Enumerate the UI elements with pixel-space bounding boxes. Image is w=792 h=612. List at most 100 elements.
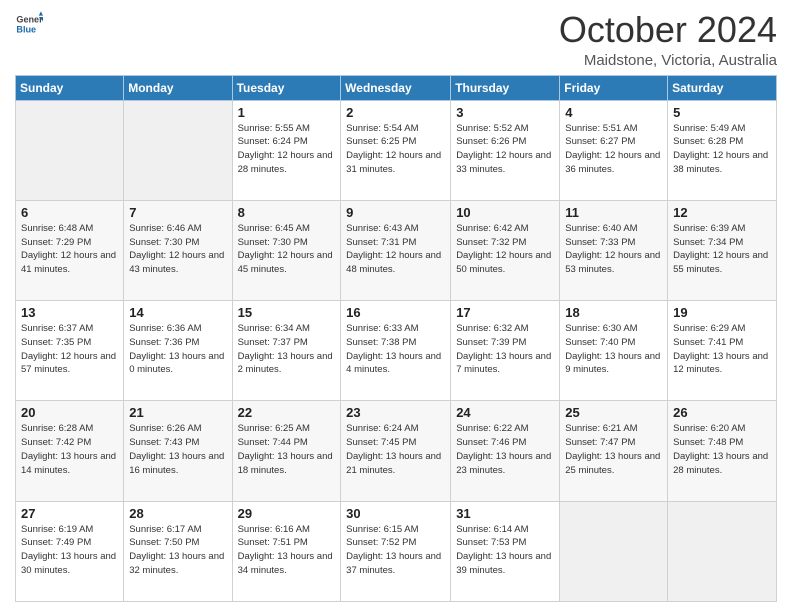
day-number: 19 <box>673 305 771 320</box>
weekday-header: Monday <box>124 75 232 100</box>
day-info: Sunrise: 6:39 AMSunset: 7:34 PMDaylight:… <box>673 222 771 277</box>
day-info: Sunrise: 5:55 AMSunset: 6:24 PMDaylight:… <box>238 122 336 177</box>
logo-icon: General Blue <box>15 10 43 38</box>
day-info: Sunrise: 6:17 AMSunset: 7:50 PMDaylight:… <box>129 523 226 578</box>
calendar-cell: 21 Sunrise: 6:26 AMSunset: 7:43 PMDayligh… <box>124 401 232 501</box>
calendar-week-row: 27 Sunrise: 6:19 AMSunset: 7:49 PMDayligh… <box>16 501 777 601</box>
day-number: 7 <box>129 205 226 220</box>
day-number: 17 <box>456 305 554 320</box>
day-number: 29 <box>238 506 336 521</box>
day-number: 14 <box>129 305 226 320</box>
calendar: SundayMondayTuesdayWednesdayThursdayFrid… <box>15 75 777 602</box>
calendar-week-row: 1 Sunrise: 5:55 AMSunset: 6:24 PMDaylight… <box>16 100 777 200</box>
day-info: Sunrise: 6:36 AMSunset: 7:36 PMDaylight:… <box>129 322 226 377</box>
svg-text:General: General <box>16 15 43 25</box>
day-number: 8 <box>238 205 336 220</box>
calendar-cell: 16Sunrise: 6:33 AMSunset: 7:38 PMDayligh… <box>341 301 451 401</box>
day-number: 25 <box>565 405 662 420</box>
day-info: Sunrise: 6:21 AMSunset: 7:47 PMDaylight:… <box>565 422 662 477</box>
day-info: Sunrise: 6:46 AMSunset: 7:30 PMDaylight:… <box>129 222 226 277</box>
calendar-cell: 17Sunrise: 6:32 AMSunset: 7:39 PMDayligh… <box>451 301 560 401</box>
weekday-header: Tuesday <box>232 75 341 100</box>
day-info: Sunrise: 6:33 AMSunset: 7:38 PMDaylight:… <box>346 322 445 377</box>
day-number: 13 <box>21 305 118 320</box>
day-info: Sunrise: 6:42 AMSunset: 7:32 PMDaylight:… <box>456 222 554 277</box>
calendar-cell: 27 Sunrise: 6:19 AMSunset: 7:49 PMDayligh… <box>16 501 124 601</box>
page: General Blue October 2024 Maidstone, Vic… <box>0 0 792 612</box>
calendar-cell: 24 Sunrise: 6:22 AMSunset: 7:46 PMDayligh… <box>451 401 560 501</box>
calendar-cell: 30 Sunrise: 6:15 AMSunset: 7:52 PMDayligh… <box>341 501 451 601</box>
day-number: 2 <box>346 105 445 120</box>
calendar-cell <box>560 501 668 601</box>
calendar-cell: 31 Sunrise: 6:14 AMSunset: 7:53 PMDayligh… <box>451 501 560 601</box>
calendar-cell: 14 Sunrise: 6:36 AMSunset: 7:36 PMDayligh… <box>124 301 232 401</box>
calendar-cell: 22Sunrise: 6:25 AMSunset: 7:44 PMDayligh… <box>232 401 341 501</box>
calendar-cell <box>16 100 124 200</box>
weekday-header: Sunday <box>16 75 124 100</box>
day-info: Sunrise: 6:40 AMSunset: 7:33 PMDaylight:… <box>565 222 662 277</box>
day-number: 23 <box>346 405 445 420</box>
day-info: Sunrise: 6:48 AMSunset: 7:29 PMDaylight:… <box>21 222 118 277</box>
day-number: 30 <box>346 506 445 521</box>
calendar-cell: 11 Sunrise: 6:40 AMSunset: 7:33 PMDayligh… <box>560 200 668 300</box>
day-info: Sunrise: 6:22 AMSunset: 7:46 PMDaylight:… <box>456 422 554 477</box>
day-info: Sunrise: 6:45 AMSunset: 7:30 PMDaylight:… <box>238 222 336 277</box>
day-number: 31 <box>456 506 554 521</box>
calendar-cell: 20Sunrise: 6:28 AMSunset: 7:42 PMDayligh… <box>16 401 124 501</box>
calendar-cell: 2Sunrise: 5:54 AMSunset: 6:25 PMDaylight… <box>341 100 451 200</box>
day-number: 11 <box>565 205 662 220</box>
calendar-cell: 13 Sunrise: 6:37 AMSunset: 7:35 PMDayligh… <box>16 301 124 401</box>
weekday-header: Saturday <box>668 75 777 100</box>
calendar-cell: 5Sunrise: 5:49 AMSunset: 6:28 PMDaylight… <box>668 100 777 200</box>
day-info: Sunrise: 6:28 AMSunset: 7:42 PMDaylight:… <box>21 422 118 477</box>
day-number: 3 <box>456 105 554 120</box>
day-number: 15 <box>238 305 336 320</box>
day-number: 24 <box>456 405 554 420</box>
weekday-header: Friday <box>560 75 668 100</box>
day-info: Sunrise: 5:49 AMSunset: 6:28 PMDaylight:… <box>673 122 771 177</box>
day-number: 26 <box>673 405 771 420</box>
day-number: 12 <box>673 205 771 220</box>
day-number: 10 <box>456 205 554 220</box>
day-info: Sunrise: 6:20 AMSunset: 7:48 PMDaylight:… <box>673 422 771 477</box>
day-info: Sunrise: 6:24 AMSunset: 7:45 PMDaylight:… <box>346 422 445 477</box>
svg-text:Blue: Blue <box>16 24 36 34</box>
month-title: October 2024 <box>559 10 777 50</box>
day-info: Sunrise: 6:19 AMSunset: 7:49 PMDaylight:… <box>21 523 118 578</box>
day-number: 27 <box>21 506 118 521</box>
day-number: 21 <box>129 405 226 420</box>
weekday-header: Thursday <box>451 75 560 100</box>
day-info: Sunrise: 6:43 AMSunset: 7:31 PMDaylight:… <box>346 222 445 277</box>
calendar-cell: 18Sunrise: 6:30 AMSunset: 7:40 PMDayligh… <box>560 301 668 401</box>
day-info: Sunrise: 6:29 AMSunset: 7:41 PMDaylight:… <box>673 322 771 377</box>
day-info: Sunrise: 6:15 AMSunset: 7:52 PMDaylight:… <box>346 523 445 578</box>
calendar-cell: 23 Sunrise: 6:24 AMSunset: 7:45 PMDayligh… <box>341 401 451 501</box>
day-number: 18 <box>565 305 662 320</box>
calendar-cell: 15 Sunrise: 6:34 AMSunset: 7:37 PMDayligh… <box>232 301 341 401</box>
day-info: Sunrise: 6:34 AMSunset: 7:37 PMDaylight:… <box>238 322 336 377</box>
day-info: Sunrise: 6:25 AMSunset: 7:44 PMDaylight:… <box>238 422 336 477</box>
day-number: 4 <box>565 105 662 120</box>
weekday-header: Wednesday <box>341 75 451 100</box>
day-info: Sunrise: 6:16 AMSunset: 7:51 PMDaylight:… <box>238 523 336 578</box>
calendar-week-row: 13 Sunrise: 6:37 AMSunset: 7:35 PMDayligh… <box>16 301 777 401</box>
calendar-week-row: 20Sunrise: 6:28 AMSunset: 7:42 PMDayligh… <box>16 401 777 501</box>
calendar-cell: 26 Sunrise: 6:20 AMSunset: 7:48 PMDayligh… <box>668 401 777 501</box>
calendar-week-row: 6Sunrise: 6:48 AMSunset: 7:29 PMDaylight… <box>16 200 777 300</box>
calendar-cell: 19 Sunrise: 6:29 AMSunset: 7:41 PMDayligh… <box>668 301 777 401</box>
calendar-cell: 9Sunrise: 6:43 AMSunset: 7:31 PMDaylight… <box>341 200 451 300</box>
day-info: Sunrise: 5:52 AMSunset: 6:26 PMDaylight:… <box>456 122 554 177</box>
calendar-cell: 3 Sunrise: 5:52 AMSunset: 6:26 PMDaylight… <box>451 100 560 200</box>
calendar-cell: 28 Sunrise: 6:17 AMSunset: 7:50 PMDayligh… <box>124 501 232 601</box>
weekday-header-row: SundayMondayTuesdayWednesdayThursdayFrid… <box>16 75 777 100</box>
calendar-cell: 1 Sunrise: 5:55 AMSunset: 6:24 PMDaylight… <box>232 100 341 200</box>
day-number: 1 <box>238 105 336 120</box>
location-subtitle: Maidstone, Victoria, Australia <box>559 52 777 69</box>
day-info: Sunrise: 6:26 AMSunset: 7:43 PMDaylight:… <box>129 422 226 477</box>
day-info: Sunrise: 6:14 AMSunset: 7:53 PMDaylight:… <box>456 523 554 578</box>
day-info: Sunrise: 6:37 AMSunset: 7:35 PMDaylight:… <box>21 322 118 377</box>
calendar-cell <box>668 501 777 601</box>
calendar-cell: 29 Sunrise: 6:16 AMSunset: 7:51 PMDayligh… <box>232 501 341 601</box>
calendar-cell <box>124 100 232 200</box>
day-number: 28 <box>129 506 226 521</box>
